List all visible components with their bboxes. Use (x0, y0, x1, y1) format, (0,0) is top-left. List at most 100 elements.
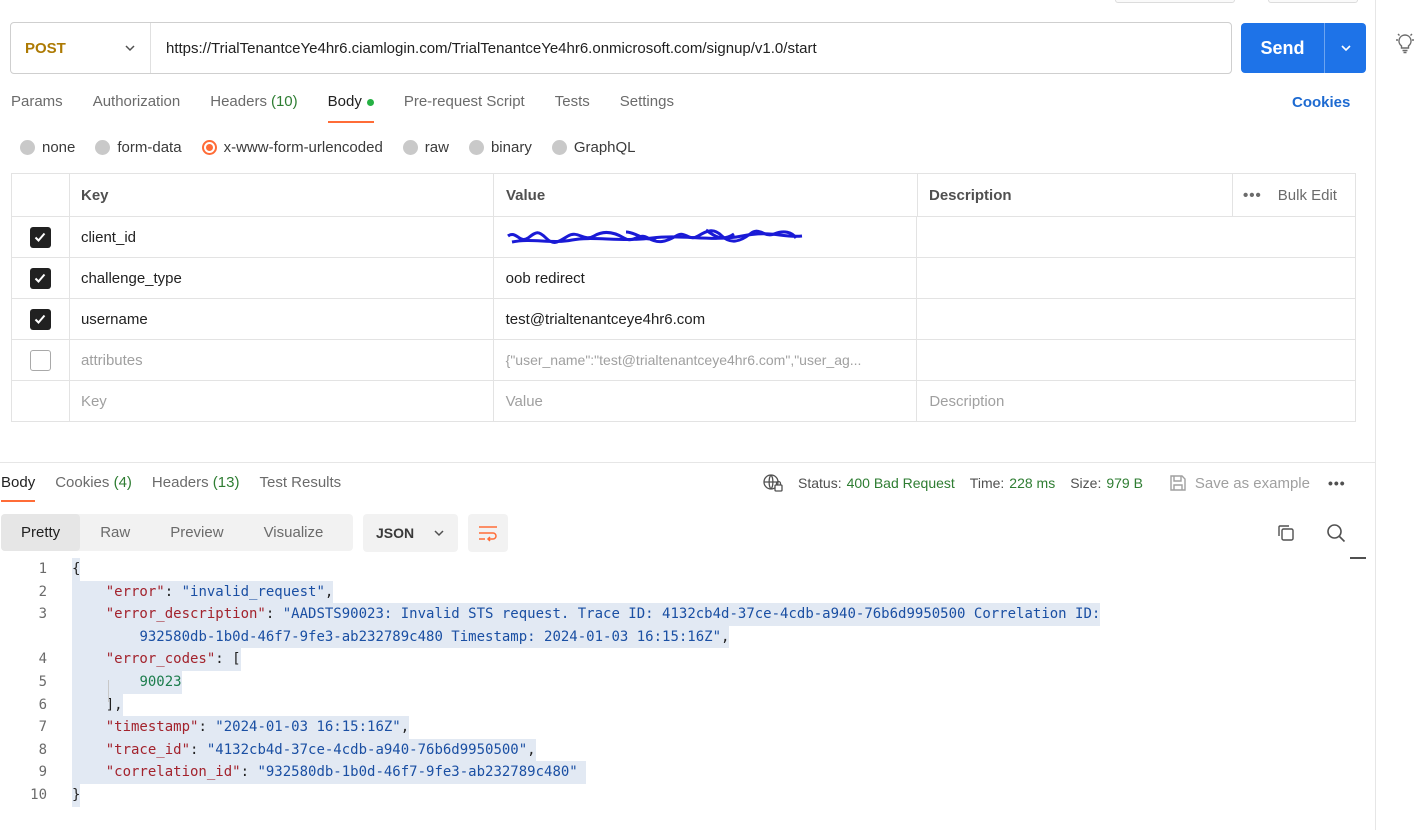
value-placeholder[interactable]: Value (492, 381, 917, 421)
indent-guide (108, 680, 109, 702)
check-icon (35, 273, 46, 283)
key-cell[interactable]: username (68, 299, 493, 339)
radio-label: raw (424, 139, 449, 156)
row-checkbox-checked[interactable] (29, 267, 51, 289)
send-button-group: Send (1241, 23, 1366, 73)
tab-label: Params (11, 93, 63, 110)
response-tab-body[interactable]: Body (1, 474, 36, 502)
radio-binary[interactable]: binary (468, 139, 532, 156)
tab-headers[interactable]: Headers (10) (210, 93, 297, 123)
response-view-modes: Pretty Raw Preview Visualize (1, 514, 353, 551)
code-line: "timestamp": "2024-01-03 16:15:16Z", (72, 716, 410, 739)
tab-tests[interactable]: Tests (555, 93, 590, 123)
tab-settings[interactable]: Settings (620, 93, 674, 123)
json-key: "timestamp" (105, 719, 199, 736)
lightbulb-icon[interactable] (1394, 31, 1416, 55)
tab-label: Headers (210, 93, 267, 110)
radio-none[interactable]: none (20, 139, 75, 156)
json-number: 90023 (139, 673, 182, 690)
json-key: "trace_id" (105, 741, 191, 758)
radio-circle (20, 140, 35, 155)
tab-prerequest-script[interactable]: Pre-request Script (404, 93, 525, 123)
send-button[interactable]: Send (1241, 23, 1325, 73)
method-label: POST (25, 39, 66, 57)
code-line: "error": "invalid_request", (72, 580, 334, 604)
description-cell[interactable] (916, 340, 1355, 380)
save-as-example-button[interactable]: Save as example (1168, 473, 1310, 493)
description-placeholder[interactable]: Description (916, 381, 1355, 421)
radio-circle (468, 140, 484, 155)
value-cell-redacted[interactable] (492, 217, 917, 257)
row-checkbox-checked[interactable] (29, 226, 51, 248)
radio-label: GraphQL (573, 139, 636, 156)
search-icon[interactable] (1325, 522, 1347, 544)
view-preview[interactable]: Preview (150, 514, 243, 551)
scrollbar-thumb[interactable] (1350, 557, 1366, 559)
key-cell[interactable]: attributes (68, 340, 493, 380)
globe-icon[interactable] (762, 473, 784, 493)
row-checkbox-checked[interactable] (29, 308, 51, 330)
cookies-link[interactable]: Cookies (1292, 94, 1350, 111)
response-tab-cookies[interactable]: Cookies (4) (55, 474, 132, 502)
response-tabs: Body Cookies (4) Headers (13) Test Resul… (1, 474, 361, 502)
response-meta: Status: 400 Bad Request Time: 228 ms Siz… (762, 473, 1346, 493)
json-string: "4132cb4d-37ce-4cdb-a940-76b6d9950500" (206, 741, 528, 758)
tab-params[interactable]: Params (11, 93, 63, 123)
radio-raw[interactable]: raw (402, 139, 449, 156)
row-checkbox-cell (12, 217, 69, 257)
value-cell[interactable]: oob redirect (492, 258, 917, 298)
response-tab-headers[interactable]: Headers (13) (152, 474, 240, 502)
tab-body[interactable]: Body (327, 93, 375, 123)
view-pretty[interactable]: Pretty (1, 514, 81, 551)
format-select[interactable]: JSON (363, 514, 458, 552)
format-label: JSON (376, 525, 415, 541)
chevron-down-icon (125, 45, 135, 52)
key-cell[interactable]: client_id (68, 217, 493, 257)
radio-circle-selected (201, 140, 217, 155)
time-value[interactable]: 228 ms (1009, 475, 1055, 491)
radio-form-data[interactable]: form-data (95, 139, 182, 156)
row-checkbox-cell (12, 299, 69, 339)
radio-urlencoded[interactable]: x-www-form-urlencoded (201, 139, 383, 156)
value-cell[interactable]: test@trialtenantceye4hr6.com (492, 299, 917, 339)
json-string: "932580db-1b0d-46f7-9fe3-ab232789c480" (257, 764, 578, 781)
json-string: "AADSTS90023: Invalid STS request. Trace… (282, 606, 1101, 623)
response-tab-test-results[interactable]: Test Results (259, 474, 341, 502)
toolbar-control-partial[interactable] (1268, 0, 1358, 3)
line-number: 2 (38, 583, 47, 600)
url-input[interactable]: https://TrialTenantceYe4hr6.ciamlogin.co… (151, 40, 817, 57)
radio-graphql[interactable]: GraphQL (551, 139, 636, 156)
header-checkbox-cell (12, 174, 69, 216)
tab-label: Test Results (259, 474, 342, 491)
send-options-button[interactable] (1325, 23, 1366, 73)
toolbar-control-partial[interactable] (1115, 0, 1235, 3)
body-type-radios: none form-data x-www-form-urlencoded raw… (20, 139, 656, 156)
value-cell[interactable]: {"user_name":"test@trialtenantceye4hr6.c… (492, 340, 917, 380)
panel-divider (1375, 0, 1376, 830)
description-cell[interactable] (916, 299, 1355, 339)
view-visualize[interactable]: Visualize (244, 514, 344, 551)
response-body-code[interactable]: 1 { 2 "error": "invalid_request", 3 "erro… (0, 558, 1350, 807)
copy-icon[interactable] (1276, 523, 1296, 543)
description-cell[interactable] (916, 258, 1355, 298)
tab-label: Pre-request Script (403, 93, 525, 110)
more-icon[interactable]: ••• (1243, 187, 1262, 204)
line-number: 1 (38, 561, 47, 577)
tab-label: Body (327, 93, 362, 110)
size-value[interactable]: 979 B (1106, 475, 1143, 491)
view-raw[interactable]: Raw (80, 514, 150, 551)
radio-circle (95, 140, 111, 155)
line-number: 5 (38, 673, 47, 690)
wrap-lines-button[interactable] (468, 514, 508, 552)
more-icon[interactable]: ••• (1328, 475, 1346, 491)
status-value[interactable]: 400 Bad Request (847, 475, 955, 491)
row-checkbox-unchecked[interactable] (29, 349, 51, 371)
key-cell[interactable]: challenge_type (68, 258, 493, 298)
table-row: client_id (12, 216, 1355, 257)
description-cell[interactable] (916, 217, 1355, 257)
tab-authorization[interactable]: Authorization (93, 93, 181, 123)
method-select[interactable]: POST (11, 23, 151, 73)
bulk-edit-link[interactable]: Bulk Edit (1278, 187, 1337, 204)
column-header-value: Value (493, 174, 917, 216)
key-placeholder[interactable]: Key (68, 381, 493, 421)
